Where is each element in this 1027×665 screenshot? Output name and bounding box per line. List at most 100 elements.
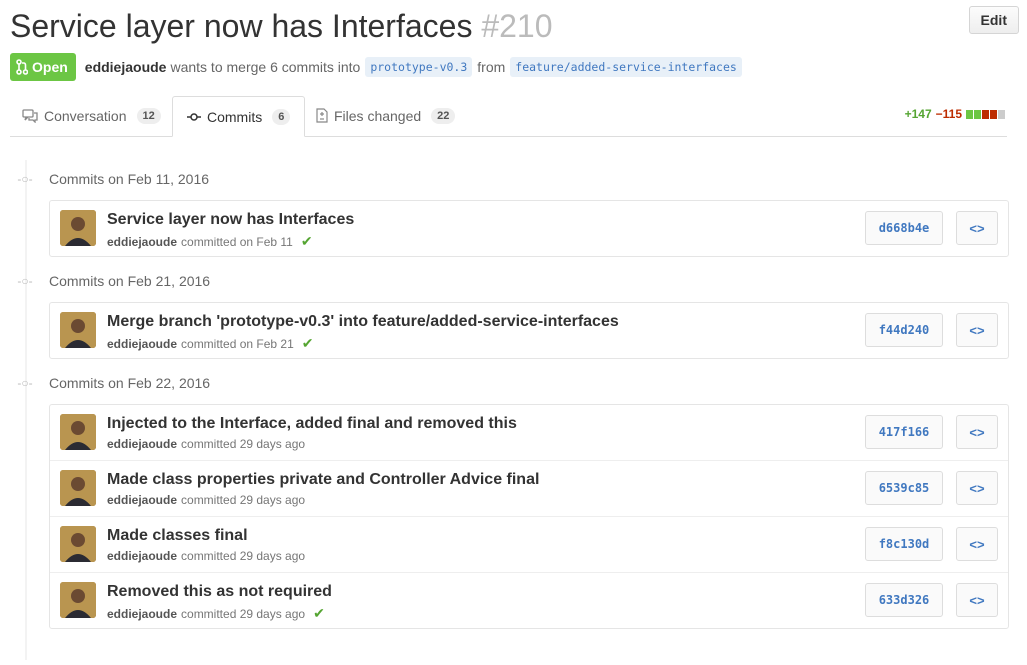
check-icon[interactable]: ✔ bbox=[301, 233, 313, 250]
commit-message-link[interactable]: Removed this as not required bbox=[107, 583, 332, 601]
tab-label: Commits bbox=[207, 108, 263, 125]
head-branch-ref[interactable]: feature/added-service-interfaces bbox=[510, 57, 742, 77]
check-icon[interactable]: ✔ bbox=[313, 605, 325, 622]
avatar[interactable] bbox=[60, 526, 96, 562]
avatar[interactable] bbox=[60, 210, 96, 246]
commit-list: Merge branch 'prototype-v0.3' into featu… bbox=[49, 302, 1009, 359]
commit-message-link[interactable]: Injected to the Interface, added final a… bbox=[107, 415, 517, 433]
avatar[interactable] bbox=[60, 470, 96, 506]
pr-author-link[interactable]: eddiejaoude bbox=[85, 59, 167, 75]
browse-code-button[interactable]: <> bbox=[956, 313, 998, 347]
tab-label: Conversation bbox=[44, 107, 127, 124]
browse-code-button[interactable]: <> bbox=[956, 527, 998, 561]
commit-sha-button[interactable]: f8c130d bbox=[865, 527, 943, 561]
tab-commits[interactable]: Commits 6 bbox=[172, 96, 306, 137]
commit-time: committed 29 days ago bbox=[181, 437, 306, 451]
code-icon: <> bbox=[969, 220, 985, 236]
commit-time: committed on Feb 11 bbox=[181, 234, 293, 249]
tab-counter: 12 bbox=[136, 107, 161, 124]
code-icon: <> bbox=[969, 536, 985, 552]
from-text: from bbox=[477, 59, 506, 75]
commit-group-heading: -○- Commits on Feb 11, 2016 bbox=[17, 171, 209, 187]
commit-author-link[interactable]: eddiejaoude bbox=[107, 493, 177, 507]
tab-counter: 22 bbox=[431, 107, 456, 124]
deletions-count: −115 bbox=[935, 107, 962, 121]
group-date: Commits on Feb 22, 2016 bbox=[49, 375, 211, 391]
commit-sha-button[interactable]: d668b4e bbox=[865, 211, 943, 245]
avatar[interactable] bbox=[60, 312, 96, 348]
code-icon: <> bbox=[969, 322, 985, 338]
avatar[interactable] bbox=[60, 582, 96, 618]
commit-message-link[interactable]: Made classes final bbox=[107, 527, 248, 545]
group-date: Commits on Feb 11, 2016 bbox=[49, 171, 210, 187]
diffstat-block bbox=[990, 109, 997, 119]
commit-meta: eddiejaoude committed on Feb 11 ✔ bbox=[107, 233, 313, 250]
commit-meta: eddiejaoude committed 29 days ago bbox=[107, 493, 313, 507]
pr-header: Service layer now has Interfaces #210 bbox=[10, 6, 1017, 46]
commit-meta: eddiejaoude committed 29 days ago ✔ bbox=[107, 605, 325, 622]
pr-tabs: Conversation 12 Commits 6 Files changed … bbox=[10, 96, 1007, 137]
file-diff-icon bbox=[316, 108, 328, 123]
commit-time: committed on Feb 21 bbox=[181, 336, 294, 351]
diffstat-block bbox=[974, 109, 981, 119]
browse-code-button[interactable]: <> bbox=[956, 583, 998, 617]
commit-message-link[interactable]: Service layer now has Interfaces bbox=[107, 211, 354, 229]
avatar[interactable] bbox=[60, 414, 96, 450]
commit-message-link[interactable]: Merge branch 'prototype-v0.3' into featu… bbox=[107, 313, 619, 331]
tab-conversation[interactable]: Conversation 12 bbox=[22, 96, 161, 135]
pr-number: #210 bbox=[481, 8, 553, 44]
git-commit-icon bbox=[187, 112, 201, 121]
state-label: Open bbox=[32, 59, 68, 75]
tab-counter: 6 bbox=[272, 108, 291, 125]
additions-count: +147 bbox=[904, 107, 932, 121]
diffstat[interactable]: +147 −115 bbox=[905, 107, 1005, 121]
commit-sha-button[interactable]: f44d240 bbox=[865, 313, 943, 347]
commit-row: Removed this as not required eddiejaoude… bbox=[50, 573, 1008, 628]
commit-author-link[interactable]: eddiejaoude bbox=[107, 549, 177, 563]
code-icon: <> bbox=[969, 480, 985, 496]
diffstat-block bbox=[966, 109, 973, 119]
git-pull-request-icon bbox=[16, 59, 28, 75]
edit-button[interactable]: Edit bbox=[968, 6, 1019, 34]
commit-meta: eddiejaoude committed 29 days ago bbox=[107, 437, 313, 451]
commit-group-heading: -○- Commits on Feb 22, 2016 bbox=[17, 375, 210, 391]
commit-time: committed 29 days ago bbox=[181, 493, 306, 507]
timeline-line bbox=[25, 160, 27, 660]
diffstat-block bbox=[998, 109, 1005, 119]
commit-time: committed 29 days ago bbox=[181, 549, 306, 563]
commit-row: Made class properties private and Contro… bbox=[50, 461, 1008, 517]
code-icon: <> bbox=[969, 592, 985, 608]
commit-row: Service layer now has Interfaces eddieja… bbox=[50, 201, 1008, 256]
commit-sha-button[interactable]: 6539c85 bbox=[865, 471, 943, 505]
commit-sha-button[interactable]: 417f166 bbox=[865, 415, 943, 449]
diffstat-block bbox=[982, 109, 989, 119]
commit-meta: eddiejaoude committed on Feb 21 ✔ bbox=[107, 335, 313, 352]
commit-sha-button[interactable]: 633d326 bbox=[865, 583, 943, 617]
check-icon[interactable]: ✔ bbox=[302, 335, 314, 352]
tab-files-changed[interactable]: Files changed 22 bbox=[316, 96, 456, 135]
commit-row: Injected to the Interface, added final a… bbox=[50, 405, 1008, 461]
code-icon: <> bbox=[969, 424, 985, 440]
commit-author-link[interactable]: eddiejaoude bbox=[107, 437, 177, 451]
group-date: Commits on Feb 21, 2016 bbox=[49, 273, 211, 289]
commit-time: committed 29 days ago bbox=[181, 606, 306, 621]
pr-title-text: Service layer now has Interfaces bbox=[10, 8, 473, 44]
commit-author-link[interactable]: eddiejaoude bbox=[107, 235, 177, 249]
commit-author-link[interactable]: eddiejaoude bbox=[107, 337, 177, 351]
commit-meta: eddiejaoude committed 29 days ago bbox=[107, 549, 313, 563]
diffstat-blocks bbox=[966, 109, 1005, 119]
base-branch-ref[interactable]: prototype-v0.3 bbox=[365, 57, 473, 77]
commit-row: Made classes final eddiejaoude committed… bbox=[50, 517, 1008, 573]
commit-author-link[interactable]: eddiejaoude bbox=[107, 607, 177, 621]
commit-list: Service layer now has Interfaces eddieja… bbox=[49, 200, 1009, 257]
browse-code-button[interactable]: <> bbox=[956, 415, 998, 449]
merge-text: wants to merge 6 commits into bbox=[170, 59, 361, 75]
tab-label: Files changed bbox=[334, 107, 422, 124]
browse-code-button[interactable]: <> bbox=[956, 471, 998, 505]
commit-message-link[interactable]: Made class properties private and Contro… bbox=[107, 471, 539, 489]
browse-code-button[interactable]: <> bbox=[956, 211, 998, 245]
comment-discussion-icon bbox=[22, 108, 38, 123]
commit-row: Merge branch 'prototype-v0.3' into featu… bbox=[50, 303, 1008, 358]
commit-dot-icon: -○- bbox=[17, 376, 33, 390]
commit-dot-icon: -○- bbox=[17, 274, 33, 288]
